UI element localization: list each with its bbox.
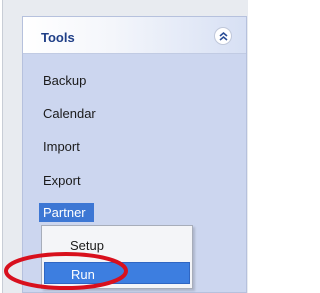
menu-item-run-label: Run: [71, 267, 95, 282]
double-chevron-up-icon: [219, 31, 228, 41]
menu-item-setup-label: Setup: [70, 238, 104, 253]
collapse-button[interactable]: [214, 27, 232, 45]
tools-item-export[interactable]: Export: [39, 172, 87, 189]
menu-item-run[interactable]: Run: [44, 262, 190, 284]
menu-item-setup[interactable]: Setup: [44, 234, 190, 256]
panel-title: Tools: [41, 30, 75, 45]
tools-item-backup[interactable]: Backup: [39, 72, 92, 89]
tools-item-calendar[interactable]: Calendar: [39, 105, 102, 122]
tools-item-import[interactable]: Import: [39, 138, 86, 155]
tools-panel: Tools Backup Calendar Import Export Part…: [22, 16, 247, 293]
partner-context-menu: Setup Run: [41, 225, 193, 289]
tools-panel-header[interactable]: Tools: [23, 17, 246, 54]
tools-item-partner[interactable]: Partner: [39, 203, 94, 222]
